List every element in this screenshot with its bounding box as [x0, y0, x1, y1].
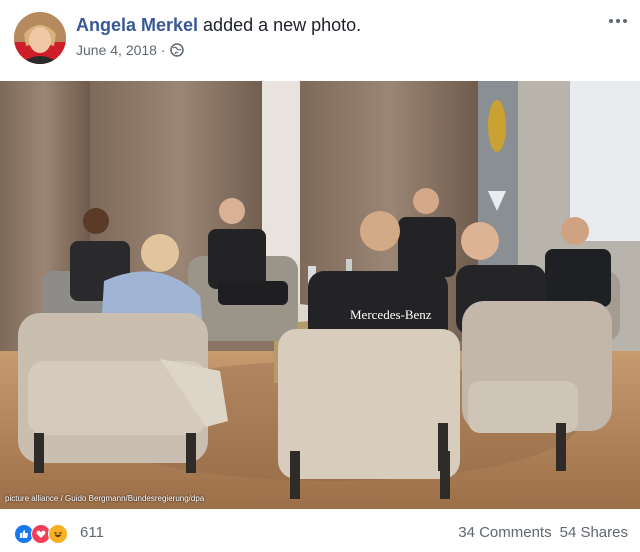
photo-credit: picture alliance / Guido Bergmann/Bundes…	[5, 494, 205, 503]
post-action-text: added a new photo.	[198, 15, 362, 35]
comments-link[interactable]: 34 Comments	[458, 524, 551, 541]
author-name-link[interactable]: Angela Merkel	[76, 15, 198, 35]
post-title: Angela Merkel added a new photo.	[76, 15, 361, 36]
post-meta: June 4, 2018 ·	[76, 42, 184, 58]
shirt-logo-text: Mercedes-Benz	[350, 307, 432, 322]
post-footer: 611 34 Comments 54 Shares	[0, 512, 640, 552]
facebook-post: Angela Merkel added a new photo. June 4,…	[0, 0, 640, 552]
author-avatar[interactable]	[14, 12, 66, 64]
post-photo[interactable]: Mercedes-Benz picture alliance / Guido B…	[0, 81, 640, 509]
post-stats: 34 Comments 54 Shares	[458, 524, 628, 541]
globe-icon[interactable]	[169, 43, 184, 57]
haha-icon	[48, 524, 68, 544]
ellipsis-icon[interactable]	[606, 14, 630, 28]
reaction-count[interactable]: 611	[80, 524, 104, 541]
reaction-icons[interactable]	[14, 524, 68, 544]
post-date[interactable]: June 4, 2018 ·	[76, 42, 166, 58]
shares-link[interactable]: 54 Shares	[560, 524, 628, 541]
post-header: Angela Merkel added a new photo. June 4,…	[0, 0, 640, 80]
